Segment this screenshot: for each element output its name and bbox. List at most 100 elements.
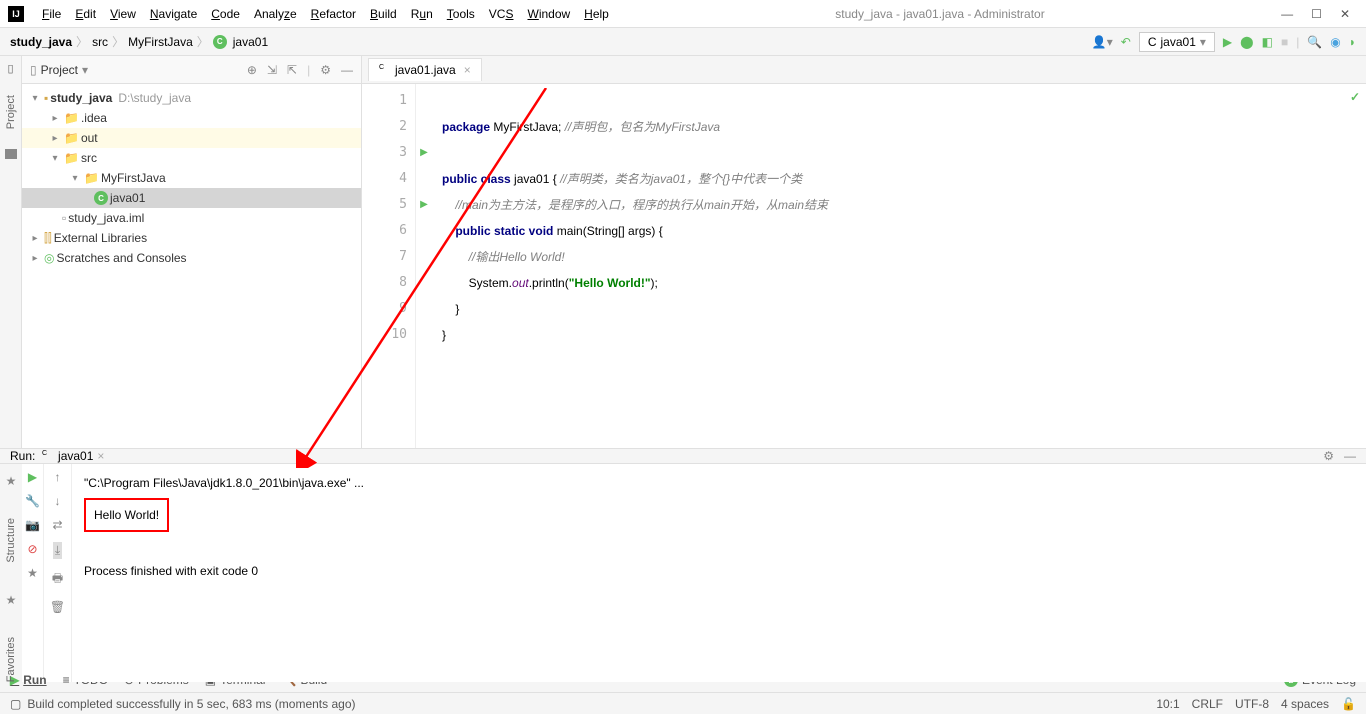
run-gutter: ▶▶ (416, 84, 432, 448)
search-icon[interactable]: 🔍 (1307, 35, 1322, 49)
maximize-button[interactable]: ☐ (1311, 7, 1322, 21)
code-content[interactable]: package MyFirstJava; //声明包，包名为MyFirstJav… (432, 84, 1366, 448)
run-controls-2: ↑ ↓ ⇄ ⤓ 🖶 🗑 (44, 464, 72, 682)
breadcrumb: study_java 〉 src 〉 MyFirstJava 〉 C java0… (10, 33, 268, 50)
select-opened-icon[interactable]: ⊕ (247, 63, 257, 77)
favorites-tool-label[interactable]: Favorites (5, 637, 17, 682)
clear-icon[interactable]: 🗑 (50, 600, 65, 614)
stop-button[interactable]: ■ (1281, 35, 1288, 49)
menubar: File Edit View Navigate Code Analyze Ref… (32, 3, 615, 25)
tree-pkg[interactable]: ▾📁 MyFirstJava (22, 168, 361, 188)
wrench-icon[interactable]: 🔧 (25, 494, 40, 508)
close-icon[interactable]: × (464, 63, 471, 77)
expand-icon[interactable]: ⇲ (267, 63, 277, 77)
wrap-icon[interactable]: ⇄ (52, 518, 62, 532)
status-icon[interactable]: ▢ (10, 697, 21, 711)
lock-icon[interactable]: 🔓 (1341, 697, 1356, 711)
up-icon[interactable]: ↑ (55, 470, 61, 484)
menu-tools[interactable]: Tools (441, 3, 481, 25)
java-class-icon: C (1148, 35, 1157, 49)
navbar: study_java 〉 src 〉 MyFirstJava 〉 C java0… (0, 28, 1366, 56)
tree-root[interactable]: ▾▪ study_javaD:\study_java (22, 88, 361, 108)
tree-external[interactable]: ▸⫿⫿ External Libraries (22, 228, 361, 248)
hide-icon[interactable]: — (341, 63, 353, 77)
status-indent[interactable]: 4 spaces (1281, 697, 1329, 711)
line-gutter: 12345678910 (362, 84, 416, 448)
menu-run[interactable]: Run (405, 3, 439, 25)
menu-vcs[interactable]: VCS (483, 3, 520, 25)
rerun-button[interactable]: ▶ (28, 470, 37, 484)
menu-window[interactable]: Window (521, 3, 576, 25)
run-output[interactable]: "C:\Program Files\Java\jdk1.8.0_201\bin\… (72, 464, 1366, 682)
menu-code[interactable]: Code (205, 3, 246, 25)
minimize-button[interactable]: — (1281, 7, 1293, 21)
menu-edit[interactable]: Edit (69, 3, 102, 25)
tree-src[interactable]: ▾📁 src (22, 148, 361, 168)
exit-icon[interactable]: ⊘ (27, 542, 37, 556)
breadcrumb-src[interactable]: src (92, 35, 108, 49)
close-button[interactable]: ✕ (1340, 7, 1350, 21)
gear-icon[interactable]: ⚙ (1323, 449, 1334, 463)
tree-idea[interactable]: ▸📁 .idea (22, 108, 361, 128)
java-class-icon: C (42, 450, 54, 462)
java-class-icon: C (379, 64, 391, 76)
java-class-icon: C (213, 35, 227, 49)
titlebar: IJ File Edit View Navigate Code Analyze … (0, 0, 1366, 28)
run-controls: ▶ 🔧 📷 ⊘ ★ (22, 464, 44, 682)
run-tab-name: java01 (58, 449, 93, 463)
menu-navigate[interactable]: Navigate (144, 3, 203, 25)
output-cmd: "C:\Program Files\Java\jdk1.8.0_201\bin\… (84, 470, 1354, 496)
menu-refactor[interactable]: Refactor (305, 3, 362, 25)
menu-file[interactable]: File (36, 3, 67, 25)
editor-tab-label: java01.java (395, 63, 456, 77)
project-tree: ▾▪ study_javaD:\study_java ▸📁 .idea ▸📁 o… (22, 84, 361, 272)
collapse-icon[interactable]: ⇱ (287, 63, 297, 77)
project-tool-tab[interactable]: ▯ (7, 62, 13, 75)
run-config-name: java01 (1161, 35, 1196, 49)
menu-help[interactable]: Help (578, 3, 615, 25)
menu-analyze[interactable]: Analyze (248, 3, 303, 25)
window-title: study_java - java01.java - Administrator (615, 7, 1265, 21)
tree-out[interactable]: ▸📁 out (22, 128, 361, 148)
sync-icon[interactable]: ◗ (1349, 35, 1356, 49)
breadcrumb-project[interactable]: study_java (10, 35, 72, 49)
status-pos[interactable]: 10:1 (1156, 697, 1179, 711)
tree-scratch[interactable]: ▸◎ Scratches and Consoles (22, 248, 361, 268)
run-button[interactable]: ▶ (1223, 35, 1232, 49)
scroll-icon[interactable]: ⤓ (53, 542, 62, 559)
app-logo: IJ (8, 6, 24, 22)
project-panel-title: Project (41, 63, 78, 77)
coverage-button[interactable]: ◧ (1262, 35, 1273, 49)
project-tool-label[interactable]: Project (5, 95, 17, 129)
left-tool-gutter: ▯ Project (0, 56, 22, 448)
run-config-selector[interactable]: C java01 ▾ (1139, 32, 1215, 52)
tree-iml[interactable]: ▫ study_java.iml (22, 208, 361, 228)
star-icon[interactable]: ★ (27, 566, 38, 580)
editor-tab[interactable]: C java01.java × (368, 58, 482, 81)
run-label: Run: (10, 449, 35, 463)
breadcrumb-pkg[interactable]: MyFirstJava (128, 35, 193, 49)
status-enc[interactable]: UTF-8 (1235, 697, 1269, 711)
status-message: Build completed successfully in 5 sec, 6… (27, 697, 355, 711)
output-hello: Hello World! (84, 498, 169, 532)
status-eol[interactable]: CRLF (1192, 697, 1223, 711)
gear-icon[interactable]: ⚙ (320, 63, 331, 77)
close-icon[interactable]: × (97, 449, 104, 463)
menu-build[interactable]: Build (364, 3, 403, 25)
menu-view[interactable]: View (104, 3, 142, 25)
down-icon[interactable]: ↓ (55, 494, 61, 508)
structure-tool-label[interactable]: Structure (5, 518, 17, 563)
debug-button[interactable]: ⬤ (1240, 35, 1253, 49)
update-icon[interactable]: ◉ (1330, 35, 1340, 49)
bookmark-icon[interactable] (5, 149, 17, 159)
camera-icon[interactable]: 📷 (25, 518, 40, 532)
statusbar: ▢ Build completed successfully in 5 sec,… (0, 692, 1366, 714)
print-icon[interactable]: 🖶 (52, 569, 63, 590)
run-panel: Run: Cjava01 × ⚙ — ★ Structure ★ Favorit… (0, 448, 1366, 666)
user-icon[interactable]: 👤▾ (1092, 35, 1113, 49)
tree-class[interactable]: C java01 (22, 188, 361, 208)
back-icon[interactable]: ↶ (1121, 35, 1131, 49)
breadcrumb-file[interactable]: java01 (233, 35, 268, 49)
code-editor[interactable]: 12345678910 ▶▶ package MyFirstJava; //声明… (362, 84, 1366, 448)
hide-icon[interactable]: — (1344, 449, 1356, 463)
